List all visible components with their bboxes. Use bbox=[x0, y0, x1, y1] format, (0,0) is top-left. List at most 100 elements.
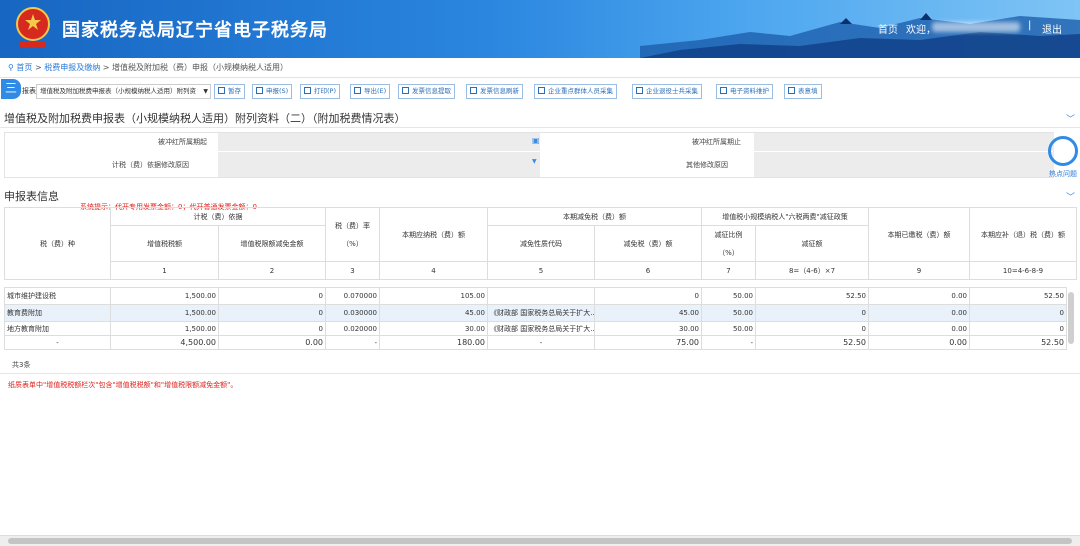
cell-reduce-code[interactable]: 《财政部 国家税务总局关于扩大... bbox=[487, 321, 595, 336]
cell[interactable]: 0 bbox=[218, 304, 326, 322]
calendar-icon[interactable]: ▣ bbox=[532, 136, 540, 145]
basis-reason-select[interactable] bbox=[218, 152, 540, 177]
cell: - bbox=[4, 335, 111, 350]
great-wall-banner bbox=[640, 13, 1080, 58]
reduce-ratio-unit: （%） bbox=[718, 248, 739, 257]
breadcrumb-home[interactable]: 首页 bbox=[16, 63, 32, 72]
button-label: 发票信息提取 bbox=[412, 87, 451, 95]
app-header: 国家税务总局辽宁省电子税务局 首页 欢迎， | 退出 bbox=[0, 0, 1080, 58]
button-label: 打印(P) bbox=[314, 87, 336, 95]
table-row[interactable]: 城市维护建设税 1,500.00 0 0.070000 105.00 0 50.… bbox=[4, 287, 1067, 305]
cell: 50.00 bbox=[701, 304, 756, 322]
horizontal-scrollbar[interactable] bbox=[0, 535, 1080, 546]
scrollbar-thumb[interactable] bbox=[8, 538, 1072, 544]
col-paid: 本期已缴税（费）额 bbox=[868, 207, 971, 262]
cell-tax-name: 教育费附加 bbox=[4, 304, 111, 322]
header-separator: | bbox=[1028, 20, 1032, 31]
cell: 52.50 bbox=[969, 287, 1067, 305]
cell-reduce-code[interactable] bbox=[487, 287, 595, 305]
period-end-input[interactable] bbox=[754, 133, 1054, 151]
col-reduction: 本期减免税（费）额 bbox=[487, 207, 702, 226]
form-fill-button[interactable]: 表意填 bbox=[784, 84, 822, 99]
save-icon bbox=[218, 87, 225, 94]
breadcrumb-tax-filing[interactable]: 税费申报及缴纳 bbox=[44, 63, 100, 72]
table-row[interactable]: 教育费附加 1,500.00 0 0.030000 45.00 《财政部 国家税… bbox=[4, 304, 1067, 322]
home-link[interactable]: 首页 bbox=[878, 21, 898, 36]
col-six-taxes: 增值税小规模纳税人"六税两费"减征政策 bbox=[700, 207, 870, 226]
col-payable: 本期应纳税（费）额 bbox=[379, 207, 488, 262]
record-count: 共3条 bbox=[12, 361, 31, 369]
e-docs-button[interactable]: 电子资料维护 bbox=[716, 84, 773, 99]
cell: 0.00 bbox=[868, 335, 970, 350]
cursor-click-icon bbox=[1048, 136, 1078, 166]
breadcrumb: ⚲ 首页 > 税费申报及缴纳 > 增值税及附加税（费）申报（小规模纳税人适用） bbox=[0, 58, 1080, 78]
cell: 0 bbox=[755, 304, 869, 322]
col-reduce-code: 减免性质代码 bbox=[487, 225, 595, 262]
col-reduce-ratio: 减征比例 （%） bbox=[701, 225, 756, 262]
cell: 0.00 bbox=[218, 335, 326, 350]
col-reduce-amount: 减免税（费）额 bbox=[594, 225, 702, 262]
section-title: 增值税及附加税费申报表（小规模纳税人适用）附列资料（二）（附加税费情况表） bbox=[4, 112, 406, 125]
hot-questions-label: 热点问题 bbox=[1049, 170, 1077, 178]
cell: 0.00 bbox=[868, 287, 970, 305]
key-group-collect-button[interactable]: 企业重点群体人员采集 bbox=[534, 84, 617, 99]
cell[interactable]: 1,500.00 bbox=[110, 287, 219, 305]
cell: 52.50 bbox=[755, 335, 869, 350]
cell: 0.00 bbox=[868, 304, 970, 322]
export-icon bbox=[354, 87, 361, 94]
breadcrumb-current: 增值税及附加税（费）申报（小规模纳税人适用） bbox=[112, 63, 288, 72]
col-tax-type: 税（费）种 bbox=[4, 207, 111, 280]
col-number: 7 bbox=[701, 261, 756, 280]
menu-toggle-button[interactable]: 三 bbox=[1, 79, 21, 99]
col-rate: 税（费）率 （%） bbox=[325, 207, 380, 262]
cell: 50.00 bbox=[701, 321, 756, 336]
cell: 0.00 bbox=[868, 321, 970, 336]
chevron-down-icon[interactable]: ﹀ bbox=[1066, 190, 1075, 203]
cell: 0 bbox=[969, 321, 1067, 336]
submit-button[interactable]: 申报(S) bbox=[252, 84, 293, 99]
other-reason-input[interactable] bbox=[754, 152, 1054, 177]
cell: 30.00 bbox=[594, 321, 702, 336]
user-name-redacted bbox=[932, 22, 1020, 32]
table-scrollbar[interactable] bbox=[1068, 292, 1074, 344]
dropdown-arrow-icon: ▼ bbox=[203, 88, 208, 95]
col-number: 6 bbox=[594, 261, 702, 280]
refresh-icon bbox=[470, 87, 477, 94]
col-basis: 计税（费）依据 bbox=[110, 207, 326, 226]
period-start-input[interactable] bbox=[218, 133, 540, 151]
button-label: 导出(E) bbox=[364, 87, 387, 95]
save-draft-button[interactable]: 暂存 bbox=[214, 84, 245, 99]
cell: 30.00 bbox=[379, 321, 488, 336]
export-button[interactable]: 导出(E) bbox=[350, 84, 391, 99]
invoice-extract-button[interactable]: 发票信息提取 bbox=[398, 84, 455, 99]
col-number: 1 bbox=[110, 261, 219, 280]
chevron-down-icon[interactable]: ﹀ bbox=[1066, 112, 1075, 125]
cell: 45.00 bbox=[594, 304, 702, 322]
col-vat-amount: 增值税税额 bbox=[110, 225, 219, 262]
cell[interactable]: 0 bbox=[218, 321, 326, 336]
print-button[interactable]: 打印(P) bbox=[300, 84, 340, 99]
invoice-refresh-button[interactable]: 发票信息刷新 bbox=[466, 84, 523, 99]
button-label: 申报(S) bbox=[266, 87, 289, 95]
search-icon bbox=[788, 87, 795, 94]
button-label: 电子资料维护 bbox=[730, 87, 769, 95]
other-reason-label: 其他修改原因 bbox=[686, 161, 728, 169]
table-footer-divider bbox=[0, 373, 1080, 374]
cell[interactable]: 0 bbox=[218, 287, 326, 305]
form-select[interactable]: 增值税及附加税费申报表（小规模纳税人适用）附列资 ▼ bbox=[36, 84, 211, 99]
cell: 52.50 bbox=[755, 287, 869, 305]
col-number: 4 bbox=[379, 261, 488, 280]
cell[interactable]: 1,500.00 bbox=[110, 304, 219, 322]
cell[interactable]: 1,500.00 bbox=[110, 321, 219, 336]
cell: 0 bbox=[969, 304, 1067, 322]
hot-questions-float[interactable]: 热点问题 bbox=[1046, 136, 1080, 182]
cell: 0 bbox=[594, 287, 702, 305]
table-total-row: - 4,500.00 0.00 - 180.00 - 75.00 - 52.50… bbox=[4, 335, 1067, 350]
table-row[interactable]: 地方教育附加 1,500.00 0 0.020000 30.00 《财政部 国家… bbox=[4, 321, 1067, 336]
cell: 45.00 bbox=[379, 304, 488, 322]
print-icon bbox=[304, 87, 311, 94]
veteran-collect-button[interactable]: 企业退役士兵采集 bbox=[632, 84, 702, 99]
cell-reduce-code[interactable]: 《财政部 国家税务总局关于扩大... bbox=[487, 304, 595, 322]
logout-link[interactable]: 退出 bbox=[1042, 21, 1062, 36]
button-label: 发票信息刷新 bbox=[480, 87, 519, 95]
